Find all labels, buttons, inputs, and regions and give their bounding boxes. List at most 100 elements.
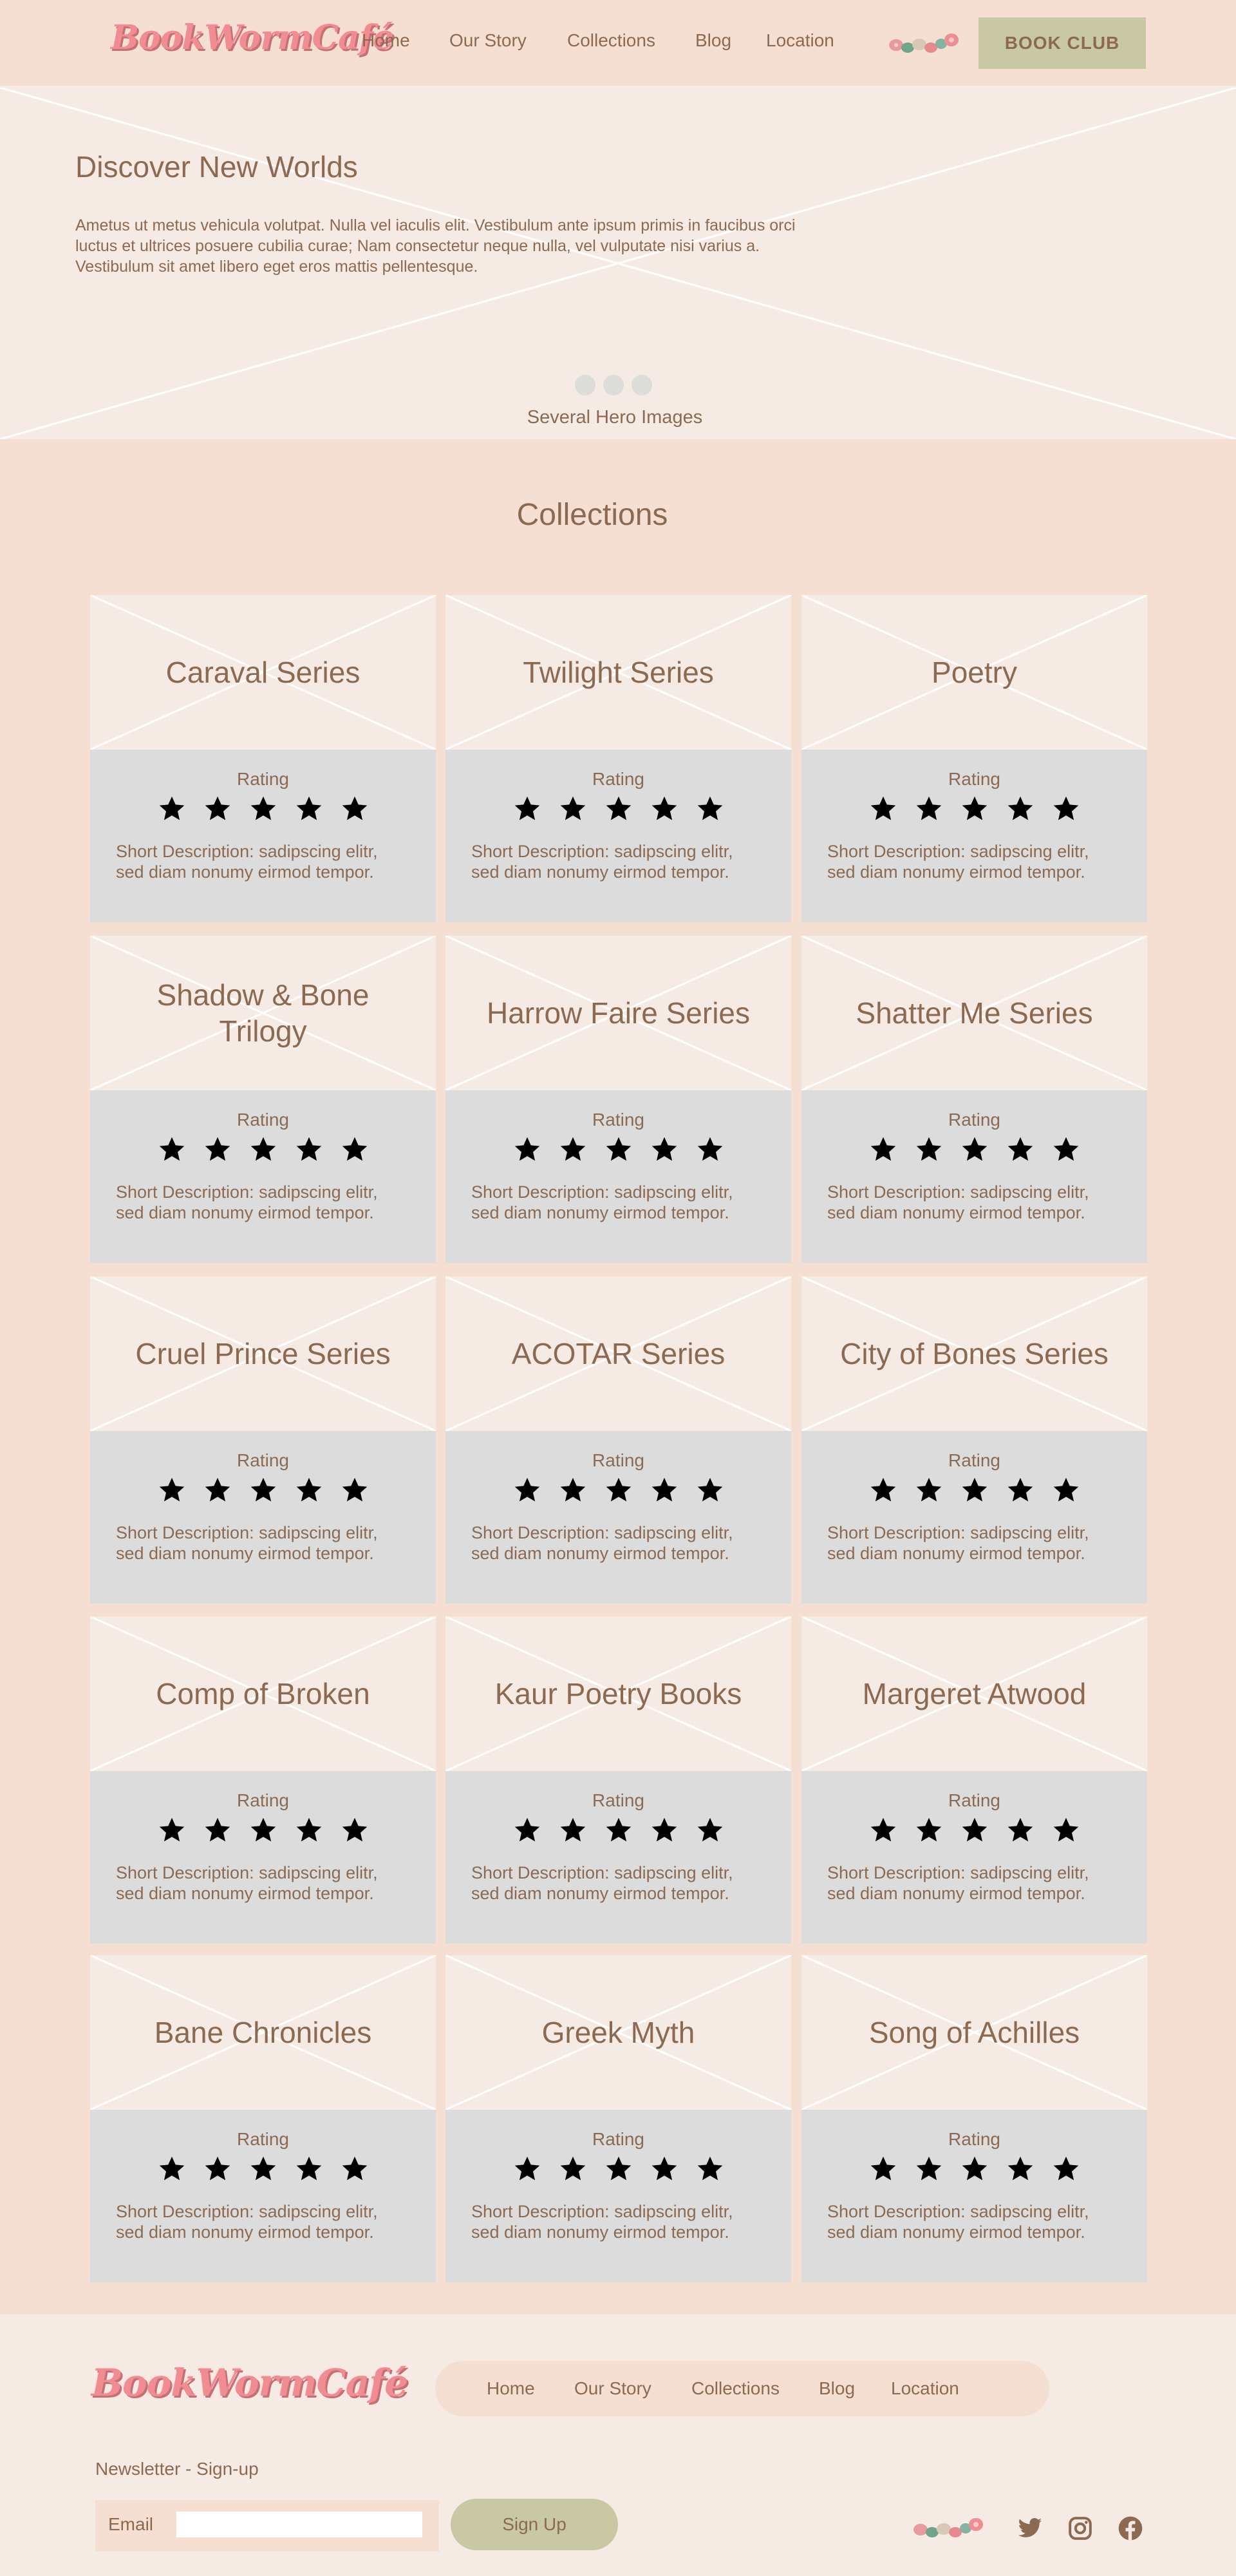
star-icon [606,796,631,820]
collection-card[interactable]: Shadow & Bone Trilogy Rating Short Descr… [90,936,436,1263]
collection-card[interactable]: City of Bones Series Rating Short Descri… [801,1276,1147,1604]
rating-label: Rating [592,1110,644,1130]
collection-card[interactable]: Cruel Prince Series Rating Short Descrip… [90,1276,436,1604]
sign-up-button[interactable]: Sign Up [451,2499,618,2550]
star-icon [296,2156,321,2181]
star-rating [445,1135,791,1164]
star-icon [205,1477,230,1502]
collection-card[interactable]: Song of Achilles Rating Short Descriptio… [801,1955,1147,2282]
collection-details: Rating Short Description: sadipscing eli… [90,1771,436,1944]
collection-image-placeholder: Margeret Atwood [801,1616,1147,1771]
star-icon [870,1137,895,1161]
hero-text: Ametus ut metus vehicula volutpat. Nulla… [75,216,796,276]
rating-label: Rating [592,2129,644,2149]
star-icon [514,1477,539,1502]
hero-title: Discover New Worlds [75,150,358,184]
star-icon [651,1817,677,1842]
brand-logo[interactable]: BookWormCafé [111,18,394,57]
collection-card[interactable]: Harrow Faire Series Rating Short Descrip… [445,936,791,1263]
star-icon [296,1137,321,1161]
collection-image-placeholder: Shatter Me Series [801,936,1147,1090]
collection-image-placeholder: Kaur Poetry Books [445,1616,791,1771]
star-icon [205,796,230,820]
collection-title: City of Bones Series [840,1337,1109,1370]
collection-description: Short Description: sadipscing elitr, sed… [116,1863,378,1903]
star-icon [962,796,987,820]
collection-title: Shadow & Bone Trilogy [156,978,370,1048]
collection-image-placeholder: Caraval Series [90,595,436,750]
collection-title: Poetry [932,656,1017,689]
star-icon [916,796,941,820]
carousel-dot[interactable] [632,375,652,395]
collection-details: Rating Short Description: sadipscing eli… [801,1431,1147,1604]
collection-description: Short Description: sadipscing elitr, sed… [471,842,733,882]
carousel-dot[interactable] [575,375,595,395]
collection-card[interactable]: Bane Chronicles Rating Short Description… [90,1955,436,2282]
collection-image-placeholder: Harrow Faire Series [445,936,791,1090]
email-input[interactable] [176,2512,422,2537]
rating-label: Rating [948,769,1000,789]
star-icon [916,2156,941,2181]
star-icon [159,2156,184,2181]
newsletter-label: Newsletter - Sign-up [95,2459,259,2479]
collection-description: Short Description: sadipscing elitr, sed… [116,2202,378,2242]
hero-banner: Discover New Worlds Ametus ut metus vehi… [0,88,1236,439]
star-icon [697,2156,722,2181]
rating-label: Rating [592,769,644,789]
collection-image-placeholder: Song of Achilles [801,1955,1147,2110]
nav-link-home[interactable]: Home [362,30,410,51]
collection-card[interactable]: Margeret Atwood Rating Short Description… [801,1616,1147,1944]
rating-label: Rating [948,1450,1000,1470]
collection-card[interactable]: Poetry Rating Short Description: sadipsc… [801,595,1147,922]
instagram-icon[interactable] [1067,2515,1093,2541]
star-icon [159,1817,184,1842]
star-rating [445,1476,791,1504]
rating-label: Rating [237,1790,289,1810]
collection-image-placeholder: Cruel Prince Series [90,1276,436,1431]
star-icon [1007,1817,1033,1842]
collections-heading: Collections [516,498,668,532]
star-icon [962,1477,987,1502]
star-icon [250,1477,276,1502]
email-field-container: Email [95,2500,439,2552]
star-rating [445,795,791,823]
collection-image-placeholder: Greek Myth [445,1955,791,2110]
carousel-dot[interactable] [603,375,624,395]
twitter-icon[interactable] [1017,2515,1043,2541]
rating-label: Rating [237,769,289,789]
footer-link-our-story[interactable]: Our Story [574,2378,651,2399]
star-icon [560,1817,585,1842]
collection-image-placeholder: ACOTAR Series [445,1276,791,1431]
collection-card[interactable]: Comp of Broken Rating Short Description:… [90,1616,436,1944]
collection-card[interactable]: Greek Myth Rating Short Description: sad… [445,1955,791,2282]
footer-link-blog[interactable]: Blog [819,2378,855,2399]
collection-card[interactable]: Twilight Series Rating Short Description… [445,595,791,922]
facebook-icon[interactable] [1118,2515,1143,2541]
collection-card[interactable]: Caraval Series Rating Short Description:… [90,595,436,922]
star-icon [651,1477,677,1502]
nav-link-our-story[interactable]: Our Story [449,30,527,51]
collection-card[interactable]: Shatter Me Series Rating Short Descripti… [801,936,1147,1263]
collection-image-placeholder: Bane Chronicles [90,1955,436,2110]
nav-link-location[interactable]: Location [766,30,834,51]
collection-card[interactable]: Kaur Poetry Books Rating Short Descripti… [445,1616,791,1944]
nav-link-collections[interactable]: Collections [567,30,655,51]
rating-label: Rating [592,1790,644,1810]
star-icon [514,1817,539,1842]
star-icon [560,1137,585,1161]
footer-link-home[interactable]: Home [487,2378,535,2399]
footer-link-location[interactable]: Location [891,2378,959,2399]
star-rating [445,2155,791,2183]
nav-link-blog[interactable]: Blog [695,30,731,51]
collection-details: Rating Short Description: sadipscing eli… [445,1771,791,1944]
footer-link-collections[interactable]: Collections [691,2378,780,2399]
collection-title: Twilight Series [523,656,714,689]
star-icon [1053,1137,1078,1161]
star-icon [1007,2156,1033,2181]
collection-card[interactable]: ACOTAR Series Rating Short Description: … [445,1276,791,1604]
collection-image-placeholder: Shadow & Bone Trilogy [90,936,436,1090]
footer-logo[interactable]: BookWormCafé [91,2361,408,2405]
star-icon [1053,1477,1078,1502]
collection-title: ACOTAR Series [511,1337,726,1370]
book-club-button[interactable]: BOOK CLUB [979,17,1146,69]
